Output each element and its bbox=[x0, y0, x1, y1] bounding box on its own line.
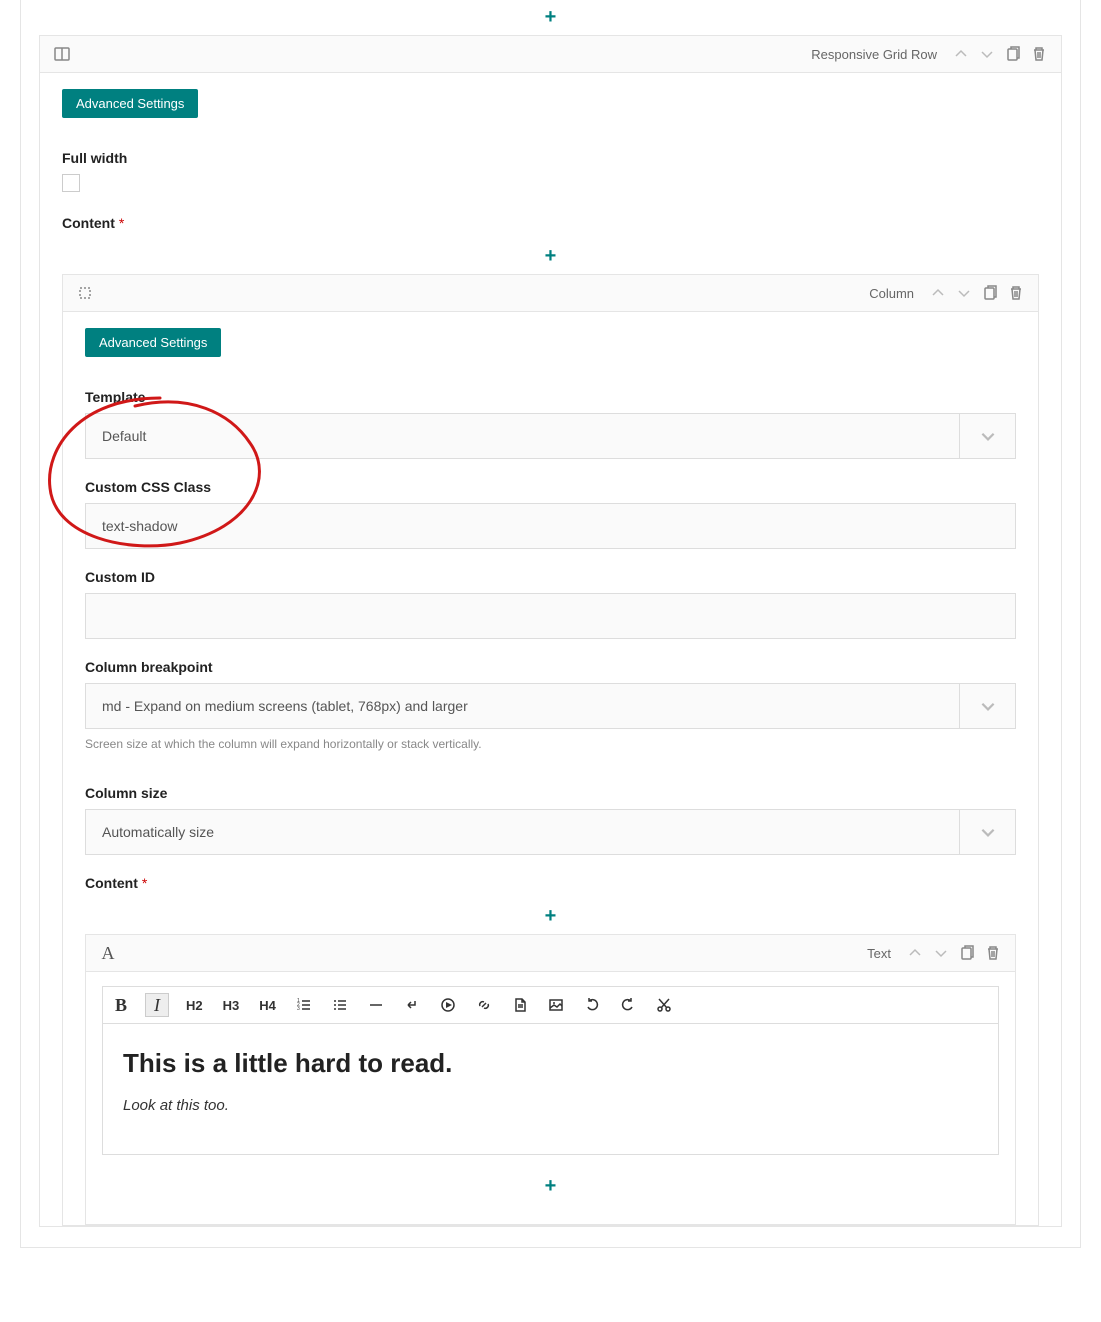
image-button[interactable] bbox=[545, 993, 567, 1017]
template-select[interactable]: Default bbox=[85, 413, 1016, 459]
size-label: Column size bbox=[85, 785, 1016, 801]
editor-toolbar: B I H2 H3 H4 123 bbox=[102, 986, 999, 1023]
h2-button[interactable]: H2 bbox=[183, 993, 206, 1017]
chevron-down-icon bbox=[959, 810, 1015, 854]
ol-button[interactable]: 123 bbox=[293, 993, 315, 1017]
delete-button[interactable] bbox=[1008, 285, 1024, 301]
italic-button[interactable]: I bbox=[145, 993, 169, 1017]
plus-icon: + bbox=[545, 6, 557, 29]
move-up-button[interactable] bbox=[930, 285, 946, 301]
custom-id-label: Custom ID bbox=[85, 569, 1016, 585]
move-up-button[interactable] bbox=[907, 945, 923, 961]
delete-button[interactable] bbox=[985, 945, 1001, 961]
column-content-label: Content* bbox=[85, 875, 1016, 891]
br-button[interactable] bbox=[401, 993, 423, 1017]
bold-button[interactable]: B bbox=[111, 993, 131, 1017]
copy-button[interactable] bbox=[1005, 46, 1021, 62]
breakpoint-help: Screen size at which the column will exp… bbox=[85, 737, 1016, 751]
column-body: Advanced Settings Template Default Custo… bbox=[63, 312, 1038, 1225]
custom-id-input[interactable] bbox=[85, 593, 1016, 639]
editor-content[interactable]: This is a little hard to read. Look at t… bbox=[102, 1023, 999, 1155]
row-header: Responsive Grid Row bbox=[40, 36, 1061, 73]
advanced-settings-button[interactable]: Advanced Settings bbox=[62, 89, 198, 118]
add-column-button[interactable]: + bbox=[62, 239, 1039, 274]
breakpoint-select[interactable]: md - Expand on medium screens (tablet, 7… bbox=[85, 683, 1016, 729]
copy-button[interactable] bbox=[959, 945, 975, 961]
delete-button[interactable] bbox=[1031, 46, 1047, 62]
row-type-label: Responsive Grid Row bbox=[811, 47, 937, 62]
column-block: Column Advanced Settings Template Defaul… bbox=[62, 274, 1039, 1226]
ul-button[interactable] bbox=[329, 993, 351, 1017]
row-content-label: Content* bbox=[62, 215, 1039, 231]
size-select[interactable]: Automatically size bbox=[85, 809, 1016, 855]
move-up-button[interactable] bbox=[953, 46, 969, 62]
column-icon bbox=[77, 285, 93, 301]
advanced-settings-button[interactable]: Advanced Settings bbox=[85, 328, 221, 357]
full-width-label: Full width bbox=[62, 150, 1039, 166]
full-width-checkbox[interactable] bbox=[62, 174, 80, 192]
columns-icon bbox=[54, 46, 70, 62]
chevron-down-icon bbox=[959, 414, 1015, 458]
breakpoint-value: md - Expand on medium screens (tablet, 7… bbox=[86, 684, 959, 728]
plus-icon: + bbox=[545, 905, 557, 928]
hr-button[interactable] bbox=[365, 993, 387, 1017]
embed-button[interactable] bbox=[437, 993, 459, 1017]
required-marker: * bbox=[142, 875, 147, 891]
template-label: Template bbox=[85, 389, 1016, 405]
h4-button[interactable]: H4 bbox=[256, 993, 279, 1017]
move-down-button[interactable] bbox=[956, 285, 972, 301]
copy-button[interactable] bbox=[982, 285, 998, 301]
css-class-input[interactable] bbox=[85, 503, 1016, 549]
breakpoint-label: Column breakpoint bbox=[85, 659, 1016, 675]
text-type-label: Text bbox=[867, 946, 891, 961]
editor-paragraph: Look at this too. bbox=[123, 1097, 978, 1114]
add-below-text-button[interactable]: + bbox=[102, 1169, 999, 1204]
chevron-down-icon bbox=[959, 684, 1015, 728]
css-class-label: Custom CSS Class bbox=[85, 479, 1016, 495]
column-header: Column bbox=[63, 275, 1038, 312]
link-button[interactable] bbox=[473, 993, 495, 1017]
svg-text:3: 3 bbox=[297, 1006, 300, 1012]
text-icon: A bbox=[100, 945, 116, 961]
text-block: A Text bbox=[85, 934, 1016, 1225]
cut-button[interactable] bbox=[653, 993, 675, 1017]
add-block-top[interactable]: + bbox=[21, 0, 1080, 35]
add-text-button[interactable]: + bbox=[85, 899, 1016, 934]
required-marker: * bbox=[119, 215, 124, 231]
template-value: Default bbox=[86, 414, 959, 458]
row-body: Advanced Settings Full width Content* + bbox=[40, 73, 1061, 1226]
size-value: Automatically size bbox=[86, 810, 959, 854]
plus-icon: + bbox=[545, 245, 557, 268]
undo-button[interactable] bbox=[581, 993, 603, 1017]
plus-icon: + bbox=[545, 1175, 557, 1198]
h3-button[interactable]: H3 bbox=[220, 993, 243, 1017]
move-down-button[interactable] bbox=[933, 945, 949, 961]
move-down-button[interactable] bbox=[979, 46, 995, 62]
redo-button[interactable] bbox=[617, 993, 639, 1017]
editor-heading: This is a little hard to read. bbox=[123, 1048, 978, 1079]
document-button[interactable] bbox=[509, 993, 531, 1017]
row-block: Responsive Grid Row Advanced Settings Fu… bbox=[39, 35, 1062, 1227]
column-type-label: Column bbox=[869, 286, 914, 301]
text-header: A Text bbox=[86, 935, 1015, 972]
